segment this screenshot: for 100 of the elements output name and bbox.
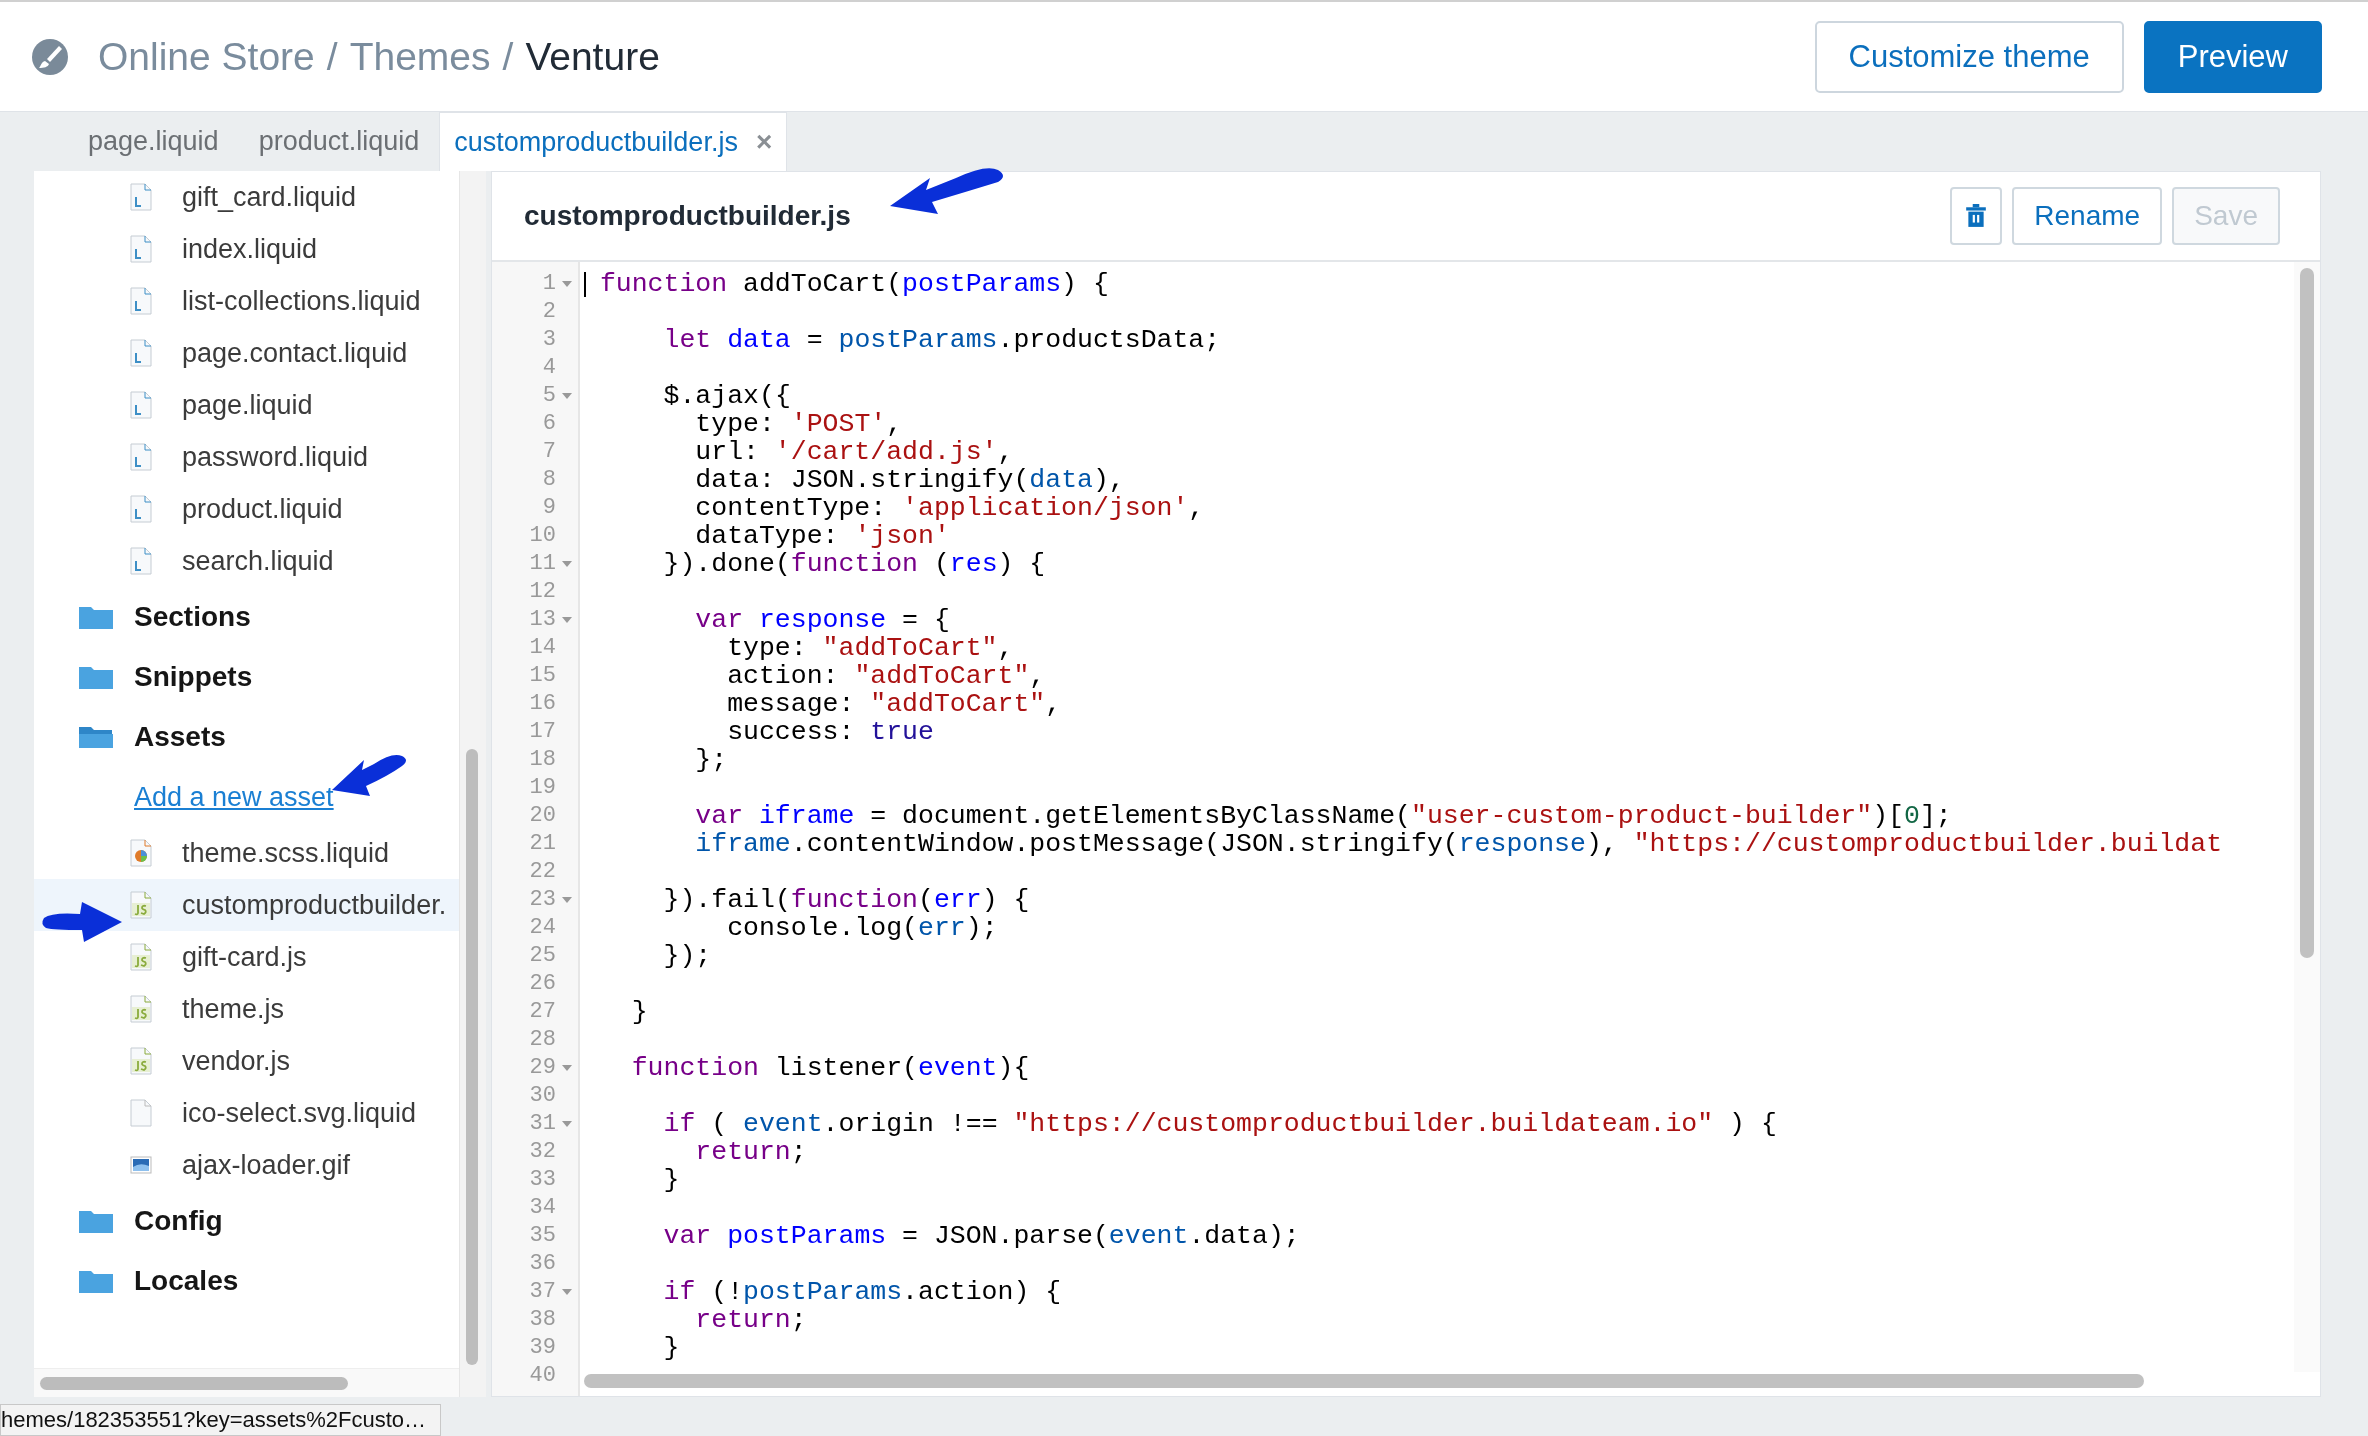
file-name[interactable]: search.liquid — [182, 545, 334, 577]
line-number: 25 — [529, 942, 556, 970]
line-number: 23 — [529, 886, 556, 914]
breadcrumb-separator: / — [502, 34, 514, 79]
line-number: 38 — [529, 1306, 556, 1334]
file-name[interactable]: theme.scss.liquid — [182, 837, 390, 869]
trash-icon — [1965, 204, 1988, 228]
line-number: 4 — [542, 354, 556, 382]
line-number: 35 — [529, 1222, 556, 1250]
file-name[interactable]: ico-select.svg.liquid — [182, 1097, 417, 1129]
folder-name[interactable]: Snippets — [134, 661, 253, 693]
line-number: 27 — [529, 998, 556, 1026]
file-name[interactable]: page.contact.liquid — [182, 337, 408, 369]
line-number: 6 — [542, 410, 556, 438]
line-number: 10 — [529, 522, 556, 550]
line-number: 37 — [529, 1278, 556, 1306]
file-name[interactable]: password.liquid — [182, 441, 369, 473]
line-number: 3 — [542, 326, 556, 354]
scrollbar-thumb[interactable] — [40, 1377, 348, 1390]
file-tab[interactable]: product.liquid — [238, 112, 440, 171]
code-line: function listener(event){ — [630, 1053, 1030, 1083]
fold-icon[interactable] — [562, 1289, 572, 1295]
code-line: let data = postParams.productsData; — [662, 325, 1221, 355]
customize-theme-button[interactable]: Customize theme — [1814, 20, 2124, 93]
code-line: }).done(function (res) { — [662, 549, 1046, 579]
code-line: }).fail(function(err) { — [662, 885, 1030, 915]
line-number: 1 — [542, 270, 556, 298]
status-url: hemes/182353551?key=assets%2Fcusto… — [0, 1404, 441, 1436]
text-cursor — [584, 272, 586, 297]
code-line: $.ajax({ — [662, 381, 791, 411]
scrollbar-thumb[interactable] — [466, 749, 478, 1365]
fold-icon[interactable] — [562, 1121, 572, 1127]
file-icon — [130, 391, 152, 419]
file-name[interactable]: list-collections.liquid — [182, 285, 421, 317]
file-icon — [130, 1099, 152, 1127]
file-name[interactable]: page.liquid — [182, 389, 313, 421]
line-number: 29 — [529, 1054, 556, 1082]
scrollbar-thumb[interactable] — [584, 1374, 2144, 1388]
file-name[interactable]: gift-card.js — [182, 941, 307, 973]
file-icon — [130, 943, 152, 971]
file-tab[interactable]: page.liquid — [88, 112, 239, 171]
folder-name[interactable]: Locales — [134, 1265, 239, 1297]
code-line: action: "addToCart", — [726, 661, 1046, 691]
code-line: var iframe = document.getElementsByClassName("user-custom-product-builder")[0]; — [694, 801, 1952, 831]
preview-button[interactable]: Preview — [2143, 20, 2322, 93]
line-number: 22 — [529, 858, 556, 886]
line-number: 2 — [542, 298, 556, 326]
file-name[interactable]: vendor.js — [182, 1045, 291, 1077]
file-icon — [130, 995, 152, 1023]
line-number: 31 — [529, 1110, 556, 1138]
file-name[interactable]: customproductbuilder. — [182, 889, 447, 921]
paintbrush-icon — [30, 36, 70, 77]
delete-button[interactable] — [1950, 187, 2003, 245]
code-line: console.log(err); — [726, 913, 998, 943]
file-icon — [130, 547, 152, 575]
scrollbar-thumb[interactable] — [2300, 268, 2314, 958]
fold-icon[interactable] — [562, 897, 572, 903]
file-name[interactable]: product.liquid — [182, 493, 343, 525]
fold-icon[interactable] — [562, 617, 572, 623]
folder-name[interactable]: Assets — [134, 721, 226, 753]
file-name[interactable]: ajax-loader.gif — [182, 1149, 351, 1181]
rename-button[interactable]: Rename — [2012, 187, 2163, 245]
line-number: 28 — [529, 1026, 556, 1054]
code-line: } — [630, 997, 648, 1027]
folder-name[interactable]: Sections — [134, 601, 251, 633]
file-tab[interactable]: customproductbuilder.js × — [439, 112, 788, 171]
line-number: 16 — [529, 690, 556, 718]
line-number: 36 — [529, 1250, 556, 1278]
file-name[interactable]: gift_card.liquid — [182, 181, 357, 213]
line-number: 30 — [529, 1082, 556, 1110]
file-icon — [130, 495, 152, 523]
line-number: 15 — [529, 662, 556, 690]
line-number: 19 — [529, 774, 556, 802]
file-icon — [130, 235, 152, 263]
line-number: 18 — [529, 746, 556, 774]
fold-icon[interactable] — [562, 561, 572, 567]
code-line: var response = { — [694, 605, 950, 635]
folder-name[interactable]: Config — [134, 1205, 223, 1237]
file-icon — [130, 839, 152, 867]
file-name[interactable]: index.liquid — [182, 233, 318, 265]
add-asset-link[interactable]: Add a new asset — [134, 781, 334, 813]
file-name[interactable]: theme.js — [182, 993, 285, 1025]
code-line: function addToCart(postParams) { — [599, 269, 1109, 299]
code-line: }); — [662, 941, 712, 971]
fold-icon[interactable] — [562, 393, 572, 399]
line-number: 11 — [529, 550, 556, 578]
selected-file-row[interactable]: customproductbuilder. — [34, 879, 459, 931]
code-line: if ( event.origin !== "https://customproductbuilder.buildateam.io" ) { — [662, 1109, 1777, 1139]
line-number: 12 — [529, 578, 556, 606]
fold-icon[interactable] — [562, 281, 572, 287]
code-line: data: JSON.stringify(data), — [694, 465, 1125, 495]
file-icon — [130, 287, 152, 315]
code-line: success: true — [726, 717, 934, 747]
line-number: 7 — [542, 438, 556, 466]
fold-icon[interactable] — [562, 1065, 572, 1071]
line-number: 39 — [529, 1334, 556, 1362]
line-number: 34 — [529, 1194, 556, 1222]
line-number: 13 — [529, 606, 556, 634]
code-line: return; — [694, 1305, 807, 1335]
code-line: contentType: 'application/json', — [694, 493, 1205, 523]
